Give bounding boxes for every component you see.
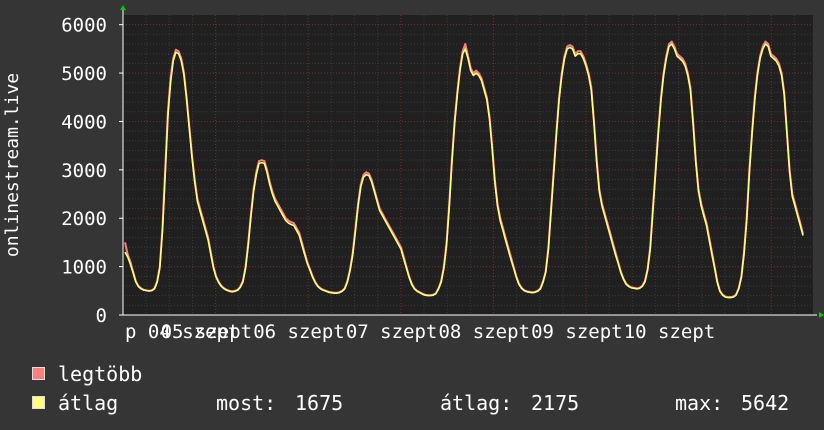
stat-max-label: max:: [675, 391, 724, 415]
y-tick-label: 1000: [61, 257, 107, 279]
y-tick-label: 5000: [61, 63, 107, 85]
y-axis-arrow: [120, 5, 126, 10]
x-tick-label: 08 szept: [438, 321, 530, 343]
legend-swatch-avg: [32, 396, 45, 409]
legend-label-max: legtöbb: [58, 362, 143, 386]
x-tick-label: 09 szept: [531, 321, 623, 343]
y-axis-label: onlinestream.live: [2, 73, 23, 257]
stat-max-value: 5642: [741, 391, 790, 415]
x-tick-label: 07 szept: [346, 321, 438, 343]
legend-label-avg: átlag: [58, 391, 119, 415]
legend-swatch-max: [32, 367, 45, 380]
stat-current-label: most:: [216, 391, 277, 415]
x-tick-label: 10 szept: [624, 321, 716, 343]
stat-average-value: 2175: [531, 391, 580, 415]
stat-average-label: átlag:: [440, 391, 513, 415]
x-tick-label: 05 szept: [161, 321, 253, 343]
x-tick-label: 06 szept: [253, 321, 345, 343]
y-tick-label: 2000: [61, 208, 107, 230]
y-tick-label: 0: [96, 305, 107, 327]
x-tick-labels: p 04 szept05 szept 06 szept 07 szept 08 sze…: [125, 321, 715, 343]
y-tick-label: 3000: [61, 160, 107, 182]
x-axis-arrow: [819, 312, 824, 318]
y-tick-label: 6000: [61, 15, 107, 37]
y-tick-label: 4000: [61, 111, 107, 133]
chart: 0 1000 2000 3000 4000 5000 6000 p 04 szept05 s…: [2, 5, 824, 343]
y-tick-labels: 0 1000 2000 3000 4000 5000 6000: [61, 15, 123, 327]
stat-current-value: 1675: [295, 391, 344, 415]
